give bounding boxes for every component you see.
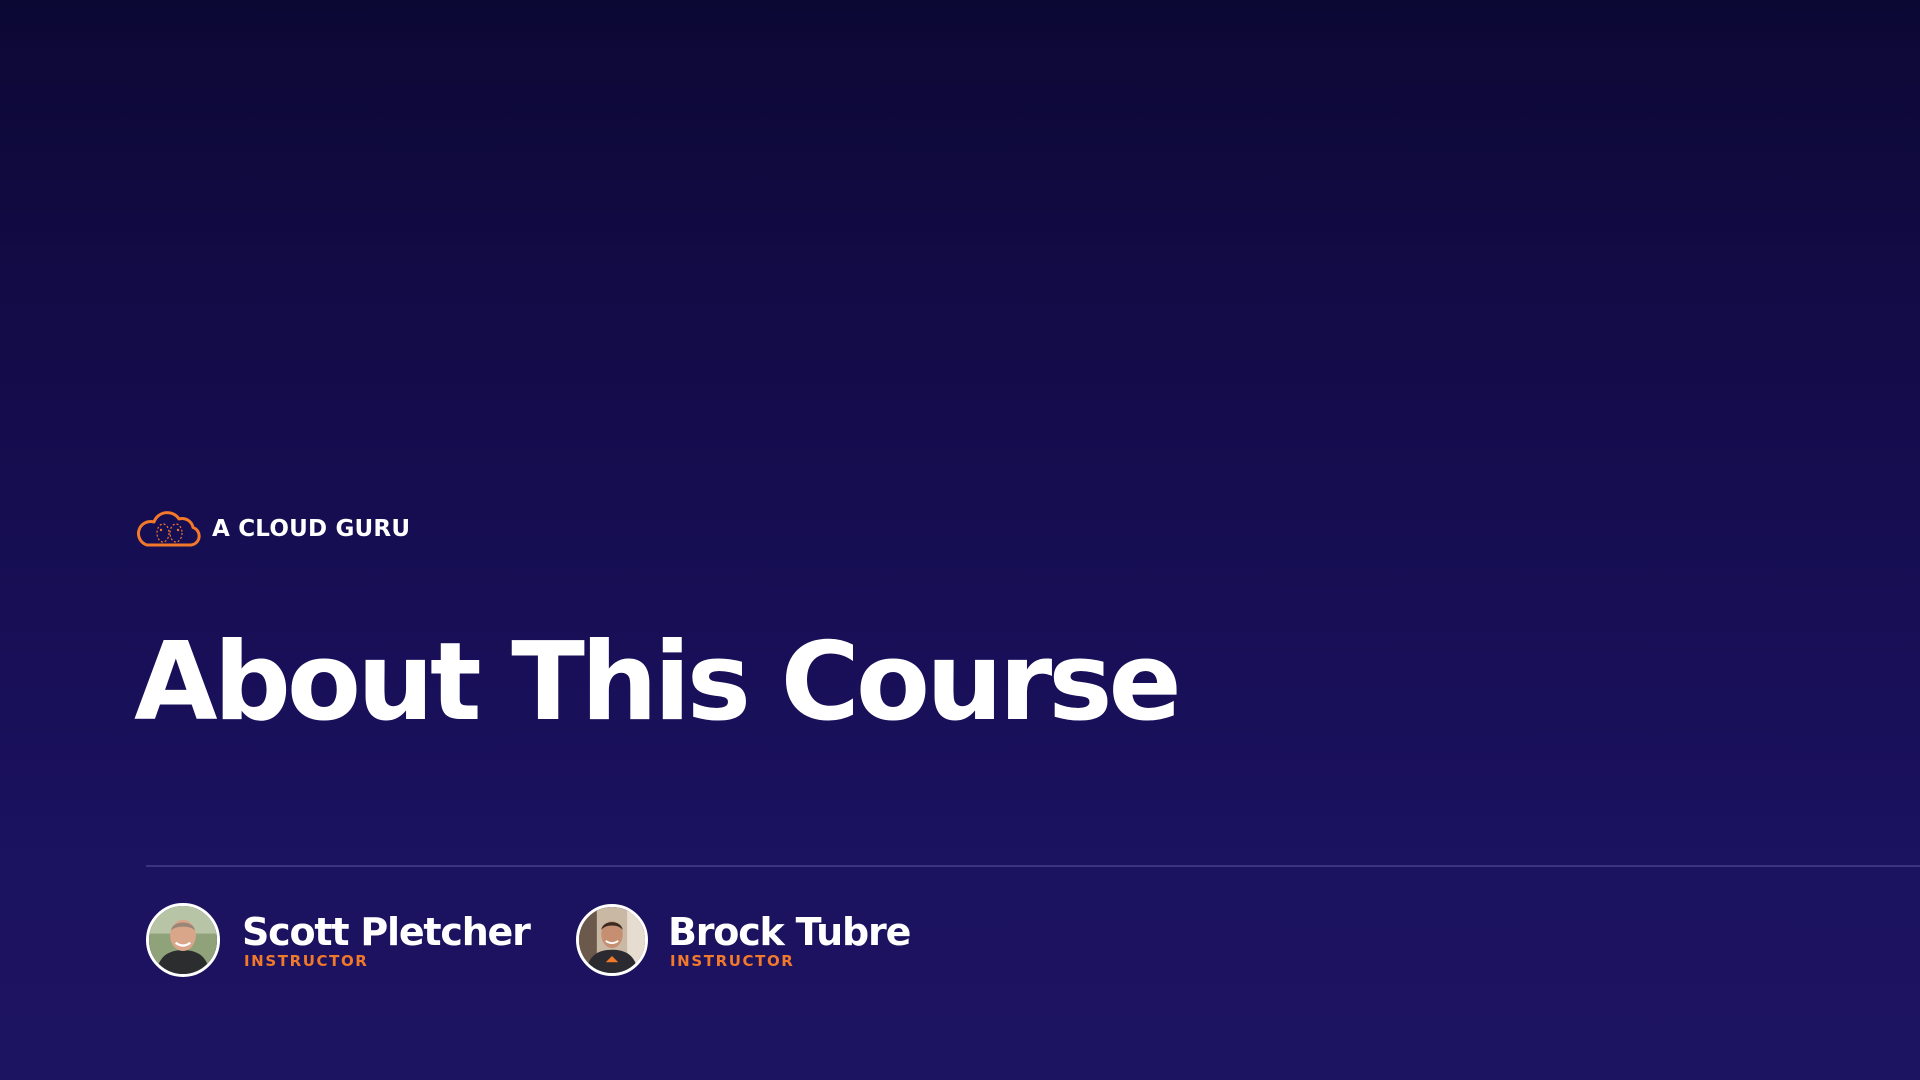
instructor-card: Brock Tubre INSTRUCTOR — [576, 901, 911, 979]
instructor-info: Scott Pletcher INSTRUCTOR — [242, 910, 531, 970]
avatar — [576, 904, 648, 976]
instructor-card: Scott Pletcher INSTRUCTOR — [146, 901, 531, 979]
avatar — [146, 903, 220, 977]
avatar-photo-icon — [579, 907, 645, 973]
brand-logo: A CLOUD GURU — [137, 506, 410, 552]
page-title: About This Course — [134, 620, 1182, 745]
avatar-photo-icon — [149, 906, 217, 974]
instructor-name: Brock Tubre — [668, 910, 911, 954]
divider — [146, 865, 1920, 867]
brand-name: A CLOUD GURU — [212, 516, 411, 542]
instructor-role: INSTRUCTOR — [244, 952, 369, 970]
instructor-info: Brock Tubre INSTRUCTOR — [668, 910, 911, 970]
instructor-role: INSTRUCTOR — [670, 952, 795, 970]
cloud-logo-icon — [137, 511, 201, 547]
instructor-name: Scott Pletcher — [242, 910, 531, 954]
